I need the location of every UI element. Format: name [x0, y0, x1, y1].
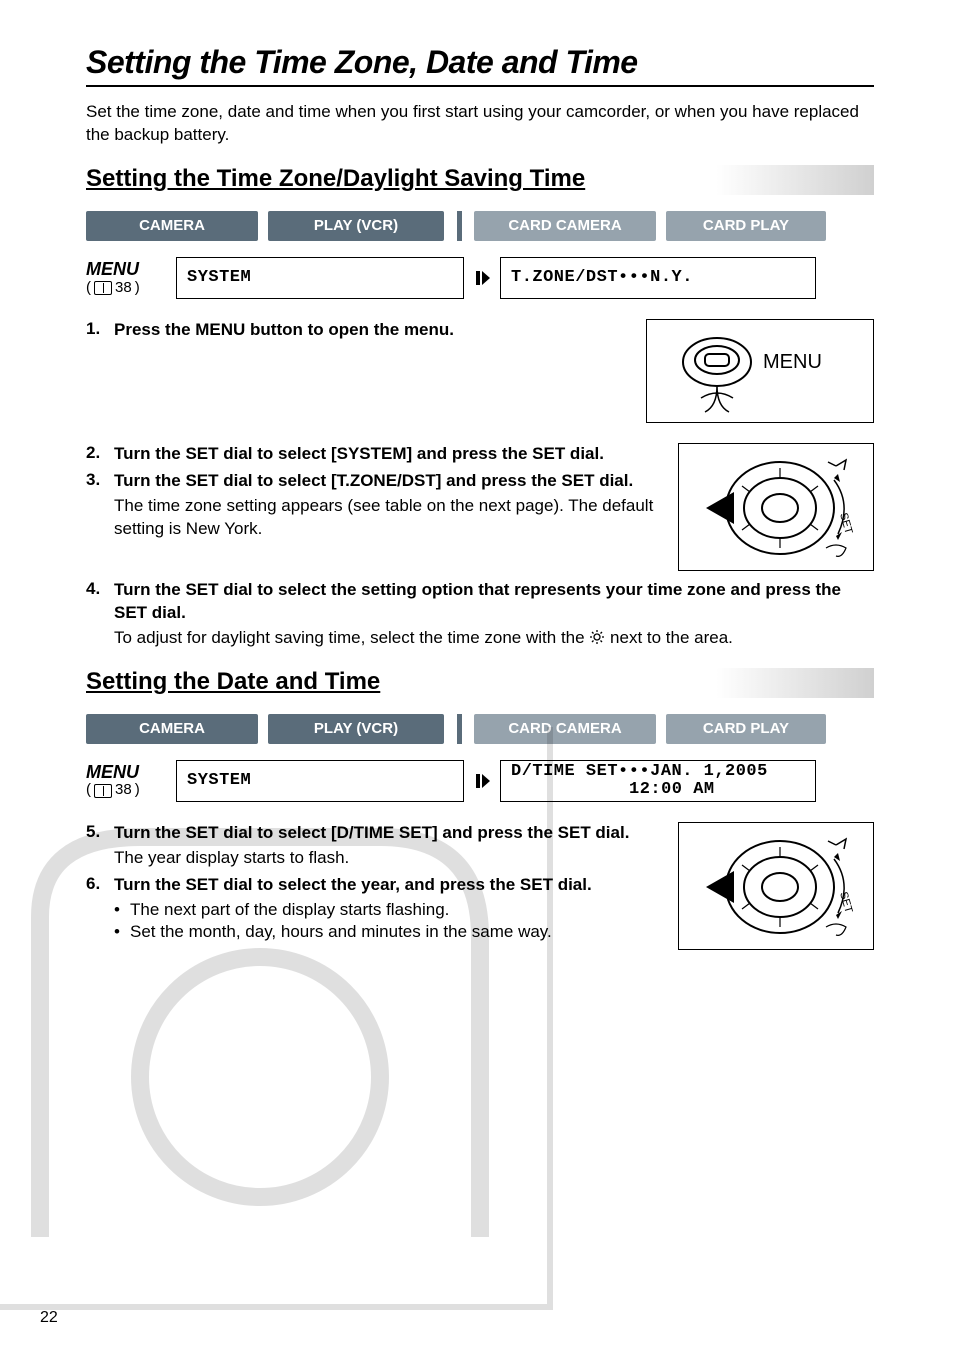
mode-card-camera: CARD CAMERA — [474, 211, 656, 241]
menu-button-illustration: MENU — [646, 319, 874, 423]
step-number: 2. — [86, 443, 114, 466]
step-number: 1. — [86, 319, 114, 342]
mode-card-play: CARD PLAY — [666, 211, 826, 241]
mode-play-vcr: PLAY (VCR) — [268, 211, 444, 241]
page-number: 22 — [40, 1309, 58, 1327]
page-title: Setting the Time Zone, Date and Time — [86, 44, 874, 87]
step-text: Turn the SET dial to select [T.ZONE/DST]… — [114, 470, 666, 493]
triangle-play-icon — [474, 269, 492, 287]
step-text: Press the MENU button to open the menu. — [114, 319, 634, 342]
step-2: 2. Turn the SET dial to select [SYSTEM] … — [86, 443, 666, 466]
mode-card-camera: CARD CAMERA — [474, 714, 656, 744]
menu-page-ref: ( 38) — [86, 782, 170, 799]
book-icon — [94, 784, 112, 798]
step-desc: The time zone setting appears (see table… — [114, 495, 666, 541]
step-3: 3. Turn the SET dial to select [T.ZONE/D… — [86, 470, 666, 541]
menu-page-ref: ( 38) — [86, 280, 170, 297]
menu-ref-num: 38 — [115, 280, 132, 297]
mode-camera: CAMERA — [86, 211, 258, 241]
triangle-play-icon — [474, 772, 492, 790]
menu-value-dtime-l2: 12:00 AM — [511, 781, 715, 799]
step-1: 1. Press the MENU button to open the men… — [86, 319, 634, 342]
mode-card-play: CARD PLAY — [666, 714, 826, 744]
menu-word: MENU — [86, 260, 170, 280]
menu-box-tzone: T.ZONE/DST•••N.Y. — [500, 257, 816, 299]
book-icon — [94, 281, 112, 295]
step-number: 3. — [86, 470, 114, 541]
step-number: 6. — [86, 874, 114, 945]
menu-box-system: SYSTEM — [176, 760, 464, 802]
bullet: •The next part of the display starts fla… — [114, 899, 666, 922]
menu-path-row-1: MENU ( 38) SYSTEM T.ZONE/DST•••N.Y. — [86, 257, 874, 299]
menu-box-dtime: D/TIME SET•••JAN. 1,2005 12:00 AM — [500, 760, 816, 802]
bullet-text: Set the month, day, hours and minutes in… — [130, 921, 552, 944]
step-4: 4. Turn the SET dial to select the setti… — [86, 579, 874, 650]
step-text: Turn the SET dial to select [SYSTEM] and… — [114, 443, 666, 466]
svg-text:SET: SET — [837, 511, 855, 535]
menu-box-system: SYSTEM — [176, 257, 464, 299]
step-text: Turn the SET dial to select the setting … — [114, 579, 874, 625]
mode-row-2: CAMERA PLAY (VCR) CARD CAMERA CARD PLAY — [86, 714, 874, 744]
set-dial-illustration: SET — [678, 822, 874, 950]
step-desc-post: next to the area. — [610, 628, 733, 647]
section-heading-datetime: Setting the Date and Time — [86, 668, 874, 698]
step-number: 4. — [86, 579, 114, 650]
step-text: Turn the SET dial to select the year, an… — [114, 874, 666, 897]
menu-word: MENU — [86, 763, 170, 783]
svg-text:SET: SET — [837, 890, 855, 914]
step-5: 5. Turn the SET dial to select [D/TIME S… — [86, 822, 666, 870]
step-6: 6. Turn the SET dial to select the year,… — [86, 874, 666, 945]
set-dial-illustration: SET — [678, 443, 874, 571]
step-desc-pre: To adjust for daylight saving time, sele… — [114, 628, 589, 647]
mode-play-vcr: PLAY (VCR) — [268, 714, 444, 744]
mode-separator — [454, 211, 464, 241]
menu-path-row-2: MENU ( 38) SYSTEM D/TIME SET•••JAN. 1,20… — [86, 760, 874, 802]
bullet: •Set the month, day, hours and minutes i… — [114, 921, 666, 944]
sun-icon — [589, 629, 605, 645]
step-number: 5. — [86, 822, 114, 870]
step-text: Turn the SET dial to select [D/TIME SET]… — [114, 822, 666, 845]
menu-ref-num: 38 — [115, 782, 132, 799]
section-heading-timezone: Setting the Time Zone/Daylight Saving Ti… — [86, 165, 874, 195]
step-desc: The year display starts to flash. — [114, 847, 666, 870]
bullet-text: The next part of the display starts flas… — [130, 899, 449, 922]
mode-camera: CAMERA — [86, 714, 258, 744]
mode-separator — [454, 714, 464, 744]
intro-text: Set the time zone, date and time when yo… — [86, 101, 874, 147]
step-desc: To adjust for daylight saving time, sele… — [114, 627, 874, 650]
menu-value-dtime-l1: D/TIME SET•••JAN. 1,2005 — [511, 763, 768, 781]
menu-label-block: MENU ( 38) — [86, 763, 170, 799]
mode-row-1: CAMERA PLAY (VCR) CARD CAMERA CARD PLAY — [86, 211, 874, 241]
menu-label-block: MENU ( 38) — [86, 260, 170, 296]
menu-value-tzone: T.ZONE/DST•••N.Y. — [511, 269, 693, 287]
menu-illus-label: MENU — [763, 351, 822, 373]
